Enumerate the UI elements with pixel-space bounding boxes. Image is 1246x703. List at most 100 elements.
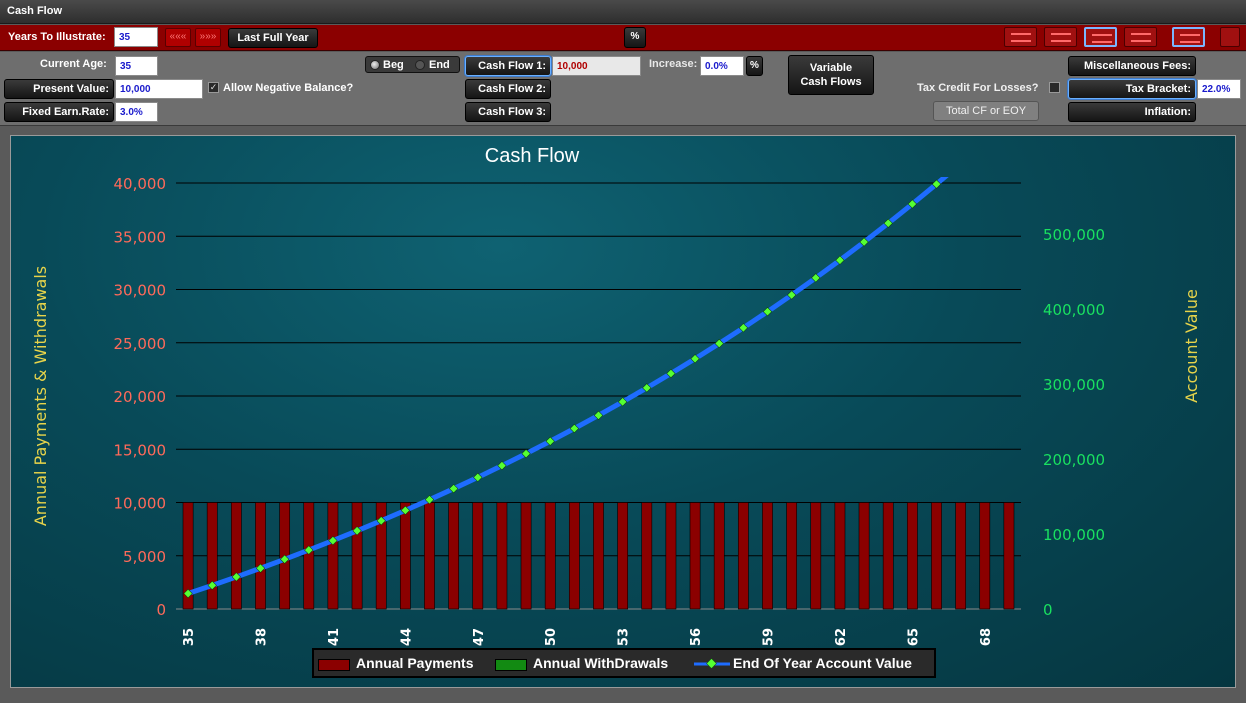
- payment-bar: [1003, 502, 1015, 610]
- cash-flow-1-input[interactable]: 10,000: [552, 56, 641, 76]
- payment-bar: [762, 502, 773, 610]
- x-tick-label: 44: [399, 628, 414, 646]
- cash-flow-chart: Cash Flow Annual Payments & Withdrawals …: [31, 145, 1201, 646]
- payment-bar: [255, 502, 266, 610]
- payment-bar: [786, 502, 798, 610]
- x-tick-label: 41: [327, 628, 342, 646]
- payment-bar: [206, 502, 218, 610]
- x-tick-label: 53: [617, 628, 632, 646]
- percent-toggle-icon[interactable]: %: [624, 27, 646, 48]
- payment-bar: [737, 502, 749, 610]
- legend-payments: Annual Payments: [356, 655, 474, 671]
- table-view-icon[interactable]: [1004, 27, 1037, 47]
- area-chart-icon[interactable]: [1124, 27, 1157, 47]
- end-label: End: [429, 59, 450, 71]
- y2-tick-label: 400,000: [1043, 301, 1105, 319]
- variable-cash-flows-line2: Cash Flows: [800, 76, 862, 88]
- beg-label: Beg: [383, 59, 404, 71]
- tax-credit-checkbox[interactable]: [1049, 82, 1060, 93]
- total-cf-or-eoy-button[interactable]: Total CF or EOY: [933, 101, 1039, 121]
- last-full-year-button[interactable]: Last Full Year: [228, 28, 318, 48]
- payment-bar: [568, 502, 580, 610]
- input-panel: Current Age: 35 Present Value: 10,000 ✓ …: [0, 52, 1246, 126]
- combo-chart-icon[interactable]: [1084, 27, 1117, 47]
- y-tick-label: 40,000: [114, 175, 167, 193]
- cash-flow-1-button[interactable]: Cash Flow 1:: [465, 56, 551, 76]
- y-tick-label: 15,000: [114, 441, 167, 459]
- chart-title: Cash Flow: [485, 145, 580, 167]
- x-tick-label: 62: [834, 628, 849, 646]
- beg-radio[interactable]: [370, 60, 380, 70]
- years-to-illustrate-label: Years To Illustrate:: [8, 31, 106, 43]
- end-radio[interactable]: [415, 60, 425, 70]
- variable-cash-flows-line1: Variable: [809, 62, 853, 74]
- payment-bar: [496, 502, 508, 610]
- x-tick-label: 38: [255, 628, 270, 646]
- payment-bar: [834, 502, 846, 610]
- timing-radio-group: Beg End: [365, 56, 460, 73]
- x-tick-label: 65: [906, 628, 921, 646]
- y2-tick-label: 300,000: [1043, 376, 1105, 394]
- x-tick-label: 35: [182, 628, 197, 646]
- inflation-button[interactable]: Inflation:: [1068, 102, 1196, 122]
- allow-negative-balance-checkbox[interactable]: ✓: [208, 82, 219, 93]
- payment-bar: [472, 502, 484, 610]
- y-tick-label: 5,000: [123, 548, 166, 566]
- y-tick-label: 10,000: [114, 495, 167, 513]
- tax-credit-label: Tax Credit For Losses?: [917, 82, 1039, 94]
- years-to-illustrate-input[interactable]: 35: [114, 27, 158, 47]
- window-titlebar: Cash Flow: [0, 0, 1246, 24]
- y-tick-label: 20,000: [114, 388, 167, 406]
- chart-legend: Annual Payments Annual WithDrawals End O…: [312, 648, 936, 678]
- bar-chart-icon[interactable]: [1044, 27, 1077, 47]
- x-tick-label: 56: [689, 628, 704, 646]
- payment-bar: [399, 502, 411, 610]
- cash-flow-2-button[interactable]: Cash Flow 2:: [465, 79, 551, 99]
- previous-years-button[interactable]: «««: [165, 28, 191, 47]
- y2-tick-label: 200,000: [1043, 451, 1105, 469]
- tax-bracket-button[interactable]: Tax Bracket:: [1068, 79, 1196, 99]
- payment-bar: [544, 502, 556, 610]
- increase-percent-button[interactable]: %: [746, 56, 763, 76]
- y-tick-label: 30,000: [114, 282, 167, 300]
- payment-bar: [617, 502, 629, 610]
- y-tick-label: 0: [156, 601, 166, 619]
- increase-label: Increase:: [649, 58, 698, 70]
- variable-cash-flows-button[interactable]: Variable Cash Flows: [788, 55, 874, 95]
- fixed-earn-rate-input[interactable]: 3.0%: [115, 102, 158, 122]
- payment-bar: [665, 502, 677, 610]
- y2-tick-label: 100,000: [1043, 526, 1105, 544]
- x-tick-label: 68: [979, 628, 994, 646]
- current-age-label: Current Age:: [40, 58, 107, 70]
- y-axis-title: Annual Payments & Withdrawals: [31, 266, 50, 526]
- next-years-button[interactable]: »»»: [195, 28, 221, 47]
- miscellaneous-fees-button[interactable]: Miscellaneous Fees:: [1068, 56, 1196, 76]
- line-chart-icon[interactable]: [1172, 27, 1205, 47]
- increase-input[interactable]: 0.0%: [700, 56, 744, 76]
- current-age-input[interactable]: 35: [115, 56, 158, 76]
- y2-tick-label: 500,000: [1043, 226, 1105, 244]
- payment-bar: [520, 502, 532, 610]
- payment-bar: [713, 502, 725, 610]
- payment-bar: [810, 502, 822, 610]
- settings-gear-icon[interactable]: [1220, 27, 1240, 47]
- cash-flow-3-button[interactable]: Cash Flow 3:: [465, 102, 551, 122]
- x-tick-label: 50: [544, 628, 559, 646]
- payment-bar: [931, 502, 942, 610]
- fixed-earn-rate-button[interactable]: Fixed Earn.Rate:: [4, 102, 114, 122]
- y-tick-label: 25,000: [114, 335, 167, 353]
- payment-bar: [979, 502, 991, 610]
- allow-negative-balance-label: Allow Negative Balance?: [223, 82, 354, 94]
- y2-axis-title: Account Value: [1182, 289, 1201, 403]
- window-title: Cash Flow: [7, 5, 63, 17]
- payment-bar: [641, 502, 653, 610]
- legend-swatch-account-value: [694, 658, 730, 669]
- tax-bracket-input[interactable]: 22.0%: [1197, 79, 1241, 99]
- payment-bar: [858, 502, 870, 610]
- payment-bar: [955, 502, 967, 610]
- payment-bar: [593, 502, 604, 610]
- toolbar: Years To Illustrate: 35 ««« »»» Last Ful…: [0, 25, 1246, 51]
- present-value-button[interactable]: Present Value:: [4, 79, 114, 99]
- present-value-input[interactable]: 10,000: [115, 79, 203, 99]
- payment-bar: [230, 502, 242, 610]
